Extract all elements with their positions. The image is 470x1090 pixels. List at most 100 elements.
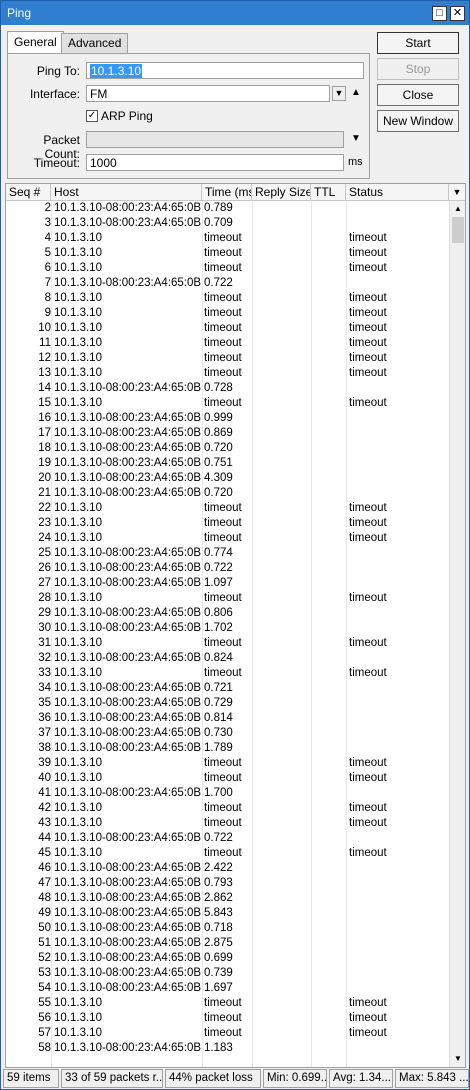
table-row[interactable]: 56 10.1.3.10 timeout timeout (6, 1011, 449, 1026)
table-row[interactable]: 30 10.1.3.10-08:00:23:A4:65:0B 1.702 (6, 621, 449, 636)
row-time: timeout (204, 367, 242, 379)
close-icon[interactable]: ✕ (450, 6, 465, 21)
table-row[interactable]: 45 10.1.3.10 timeout timeout (6, 846, 449, 861)
tab-general[interactable]: General (7, 31, 64, 54)
column-header-seq[interactable]: Seq # (6, 184, 51, 201)
table-row[interactable]: 23 10.1.3.10 timeout timeout (6, 516, 449, 531)
stop-button[interactable]: Stop (377, 58, 459, 80)
table-row[interactable]: 29 10.1.3.10-08:00:23:A4:65:0B 0.806 (6, 606, 449, 621)
row-seq: 13 (38, 367, 51, 379)
table-row[interactable]: 11 10.1.3.10 timeout timeout (6, 336, 449, 351)
table-row[interactable]: 15 10.1.3.10 timeout timeout (6, 396, 449, 411)
table-row[interactable]: 2 10.1.3.10-08:00:23:A4:65:0B 0.789 (6, 201, 449, 216)
timeout-input[interactable]: 1000 (86, 154, 344, 171)
table-row[interactable]: 10 10.1.3.10 timeout timeout (6, 321, 449, 336)
row-host: 10.1.3.10 (54, 532, 102, 544)
table-row[interactable]: 41 10.1.3.10-08:00:23:A4:65:0B 1.700 (6, 786, 449, 801)
column-header-reply-size[interactable]: Reply Size (252, 184, 311, 201)
table-row[interactable]: 57 10.1.3.10 timeout timeout (6, 1026, 449, 1041)
table-row[interactable]: 22 10.1.3.10 timeout timeout (6, 501, 449, 516)
scroll-down-icon[interactable]: ▼ (450, 1052, 465, 1066)
arp-ping-checkbox[interactable]: ✓ (86, 110, 98, 122)
table-row[interactable]: 58 10.1.3.10-08:00:23:A4:65:0B 1.183 (6, 1041, 449, 1056)
packet-count-input[interactable] (86, 131, 344, 148)
row-status: timeout (349, 997, 387, 1009)
row-seq: 34 (38, 682, 51, 694)
table-row[interactable]: 16 10.1.3.10-08:00:23:A4:65:0B 0.999 (6, 411, 449, 426)
table-row[interactable]: 42 10.1.3.10 timeout timeout (6, 801, 449, 816)
ping-to-value: 10.1.3.10 (90, 64, 143, 78)
column-menu-icon[interactable]: ▼ (449, 184, 465, 201)
table-row[interactable]: 21 10.1.3.10-08:00:23:A4:65:0B 0.720 (6, 486, 449, 501)
table-row[interactable]: 34 10.1.3.10-08:00:23:A4:65:0B 0.721 (6, 681, 449, 696)
table-row[interactable]: 8 10.1.3.10 timeout timeout (6, 291, 449, 306)
table-row[interactable]: 4 10.1.3.10 timeout timeout (6, 231, 449, 246)
table-row[interactable]: 37 10.1.3.10-08:00:23:A4:65:0B 0.730 (6, 726, 449, 741)
table-row[interactable]: 7 10.1.3.10-08:00:23:A4:65:0B 0.722 (6, 276, 449, 291)
table-row[interactable]: 52 10.1.3.10-08:00:23:A4:65:0B 0.699 (6, 951, 449, 966)
table-row[interactable]: 51 10.1.3.10-08:00:23:A4:65:0B 2.875 (6, 936, 449, 951)
row-host: 10.1.3.10 (54, 637, 102, 649)
table-row[interactable]: 28 10.1.3.10 timeout timeout (6, 591, 449, 606)
table-row[interactable]: 40 10.1.3.10 timeout timeout (6, 771, 449, 786)
table-row[interactable]: 36 10.1.3.10-08:00:23:A4:65:0B 0.814 (6, 711, 449, 726)
table-row[interactable]: 44 10.1.3.10-08:00:23:A4:65:0B 0.722 (6, 831, 449, 846)
new-window-button[interactable]: New Window (377, 110, 459, 132)
table-row[interactable]: 17 10.1.3.10-08:00:23:A4:65:0B 0.869 (6, 426, 449, 441)
table-row[interactable]: 3 10.1.3.10-08:00:23:A4:65:0B 0.709 (6, 216, 449, 231)
scrollbar-thumb[interactable] (452, 217, 464, 243)
row-seq: 12 (38, 352, 51, 364)
restore-icon[interactable]: □ (432, 6, 447, 21)
table-row[interactable]: 33 10.1.3.10 timeout timeout (6, 666, 449, 681)
table-row[interactable]: 9 10.1.3.10 timeout timeout (6, 306, 449, 321)
row-seq: 8 (44, 292, 51, 304)
table-row[interactable]: 27 10.1.3.10-08:00:23:A4:65:0B 1.097 (6, 576, 449, 591)
table-row[interactable]: 50 10.1.3.10-08:00:23:A4:65:0B 0.718 (6, 921, 449, 936)
table-row[interactable]: 32 10.1.3.10-08:00:23:A4:65:0B 0.824 (6, 651, 449, 666)
table-row[interactable]: 14 10.1.3.10-08:00:23:A4:65:0B 0.728 (6, 381, 449, 396)
row-time: 0.824 (204, 652, 233, 664)
row-status: timeout (349, 817, 387, 829)
column-header-time[interactable]: Time (ms) (202, 184, 252, 201)
table-row[interactable]: 5 10.1.3.10 timeout timeout (6, 246, 449, 261)
table-row[interactable]: 18 10.1.3.10-08:00:23:A4:65:0B 0.720 (6, 441, 449, 456)
vertical-scrollbar[interactable]: ▲ ▼ (449, 201, 465, 1067)
column-header-host[interactable]: Host (51, 184, 202, 201)
chevron-down-icon[interactable]: ▼ (349, 133, 363, 145)
ping-to-input[interactable]: 10.1.3.10 (86, 62, 364, 79)
row-host: 10.1.3.10-08:00:23:A4:65:0B (54, 967, 202, 979)
table-row[interactable]: 48 10.1.3.10-08:00:23:A4:65:0B 2.862 (6, 891, 449, 906)
title-bar[interactable]: Ping □ ✕ (1, 1, 469, 25)
table-row[interactable]: 47 10.1.3.10-08:00:23:A4:65:0B 0.793 (6, 876, 449, 891)
row-host: 10.1.3.10-08:00:23:A4:65:0B (54, 727, 202, 739)
column-header-ttl[interactable]: TTL (311, 184, 346, 201)
table-row[interactable]: 6 10.1.3.10 timeout timeout (6, 261, 449, 276)
table-row[interactable]: 39 10.1.3.10 timeout timeout (6, 756, 449, 771)
table-row[interactable]: 31 10.1.3.10 timeout timeout (6, 636, 449, 651)
scroll-up-icon[interactable]: ▲ (450, 202, 465, 216)
tab-advanced[interactable]: Advanced (61, 33, 129, 53)
table-row[interactable]: 35 10.1.3.10-08:00:23:A4:65:0B 0.729 (6, 696, 449, 711)
table-row[interactable]: 43 10.1.3.10 timeout timeout (6, 816, 449, 831)
table-row[interactable]: 55 10.1.3.10 timeout timeout (6, 996, 449, 1011)
table-row[interactable]: 19 10.1.3.10-08:00:23:A4:65:0B 0.751 (6, 456, 449, 471)
table-row[interactable]: 20 10.1.3.10-08:00:23:A4:65:0B 4.309 (6, 471, 449, 486)
table-row[interactable]: 49 10.1.3.10-08:00:23:A4:65:0B 5.843 (6, 906, 449, 921)
start-button[interactable]: Start (377, 32, 459, 54)
table-row[interactable]: 12 10.1.3.10 timeout timeout (6, 351, 449, 366)
table-row[interactable]: 46 10.1.3.10-08:00:23:A4:65:0B 2.422 (6, 861, 449, 876)
close-button[interactable]: Close (377, 84, 459, 106)
chevron-down-icon[interactable]: ▼ (332, 86, 346, 101)
table-row[interactable]: 54 10.1.3.10-08:00:23:A4:65:0B 1.697 (6, 981, 449, 996)
table-row[interactable]: 25 10.1.3.10-08:00:23:A4:65:0B 0.774 (6, 546, 449, 561)
column-header-status[interactable]: Status (346, 184, 449, 201)
chevron-up-icon[interactable]: ▲ (349, 87, 363, 99)
table-row[interactable]: 13 10.1.3.10 timeout timeout (6, 366, 449, 381)
table-row[interactable]: 26 10.1.3.10-08:00:23:A4:65:0B 0.722 (6, 561, 449, 576)
row-time: timeout (204, 637, 242, 649)
row-seq: 33 (38, 667, 51, 679)
table-row[interactable]: 53 10.1.3.10-08:00:23:A4:65:0B 0.739 (6, 966, 449, 981)
interface-select[interactable]: FM (86, 85, 330, 102)
table-row[interactable]: 24 10.1.3.10 timeout timeout (6, 531, 449, 546)
table-row[interactable]: 38 10.1.3.10-08:00:23:A4:65:0B 1.789 (6, 741, 449, 756)
